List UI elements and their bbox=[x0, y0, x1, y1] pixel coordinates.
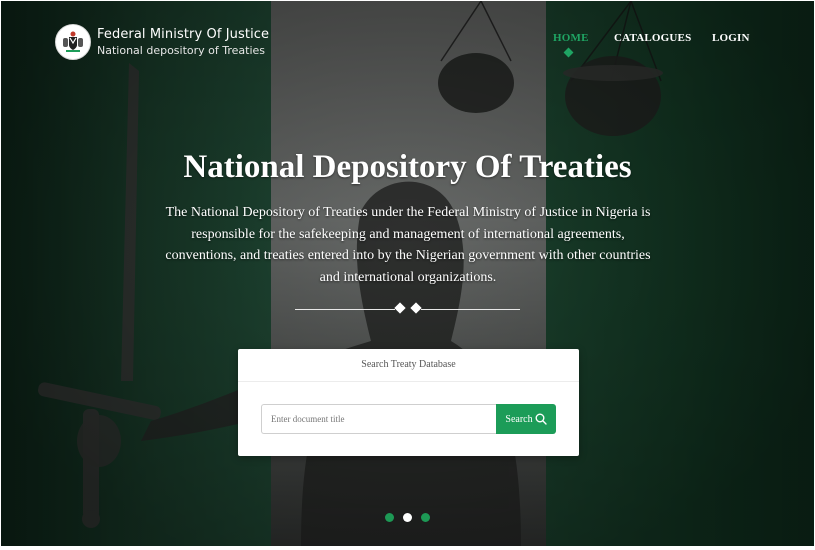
hero-banner: Federal Ministry Of Justice National dep… bbox=[1, 1, 814, 546]
search-button[interactable]: Search bbox=[496, 404, 556, 434]
search-button-label: Search bbox=[505, 413, 533, 425]
divider-line-right bbox=[421, 309, 520, 310]
main-nav: HOME CATALOGUES LOGIN bbox=[1, 32, 814, 62]
hero-description: The National Depository of Treaties unde… bbox=[165, 205, 651, 285]
page-title: National Depository Of Treaties bbox=[183, 149, 632, 185]
carousel-dot[interactable] bbox=[421, 513, 430, 522]
search-card: Search Treaty Database Search bbox=[238, 349, 579, 456]
search-icon bbox=[535, 413, 547, 425]
carousel-dot[interactable] bbox=[385, 513, 394, 522]
carousel-dot-active[interactable] bbox=[403, 513, 412, 522]
search-card-heading: Search Treaty Database bbox=[238, 349, 579, 382]
nav-catalogues-link[interactable]: CATALOGUES bbox=[614, 32, 691, 44]
carousel-indicators bbox=[385, 513, 439, 522]
nav-home-link[interactable]: HOME bbox=[553, 32, 589, 44]
search-form: Search bbox=[261, 404, 556, 434]
nav-login-link[interactable]: LOGIN bbox=[712, 32, 750, 44]
search-input[interactable] bbox=[261, 404, 496, 434]
divider-line-left bbox=[295, 309, 395, 310]
